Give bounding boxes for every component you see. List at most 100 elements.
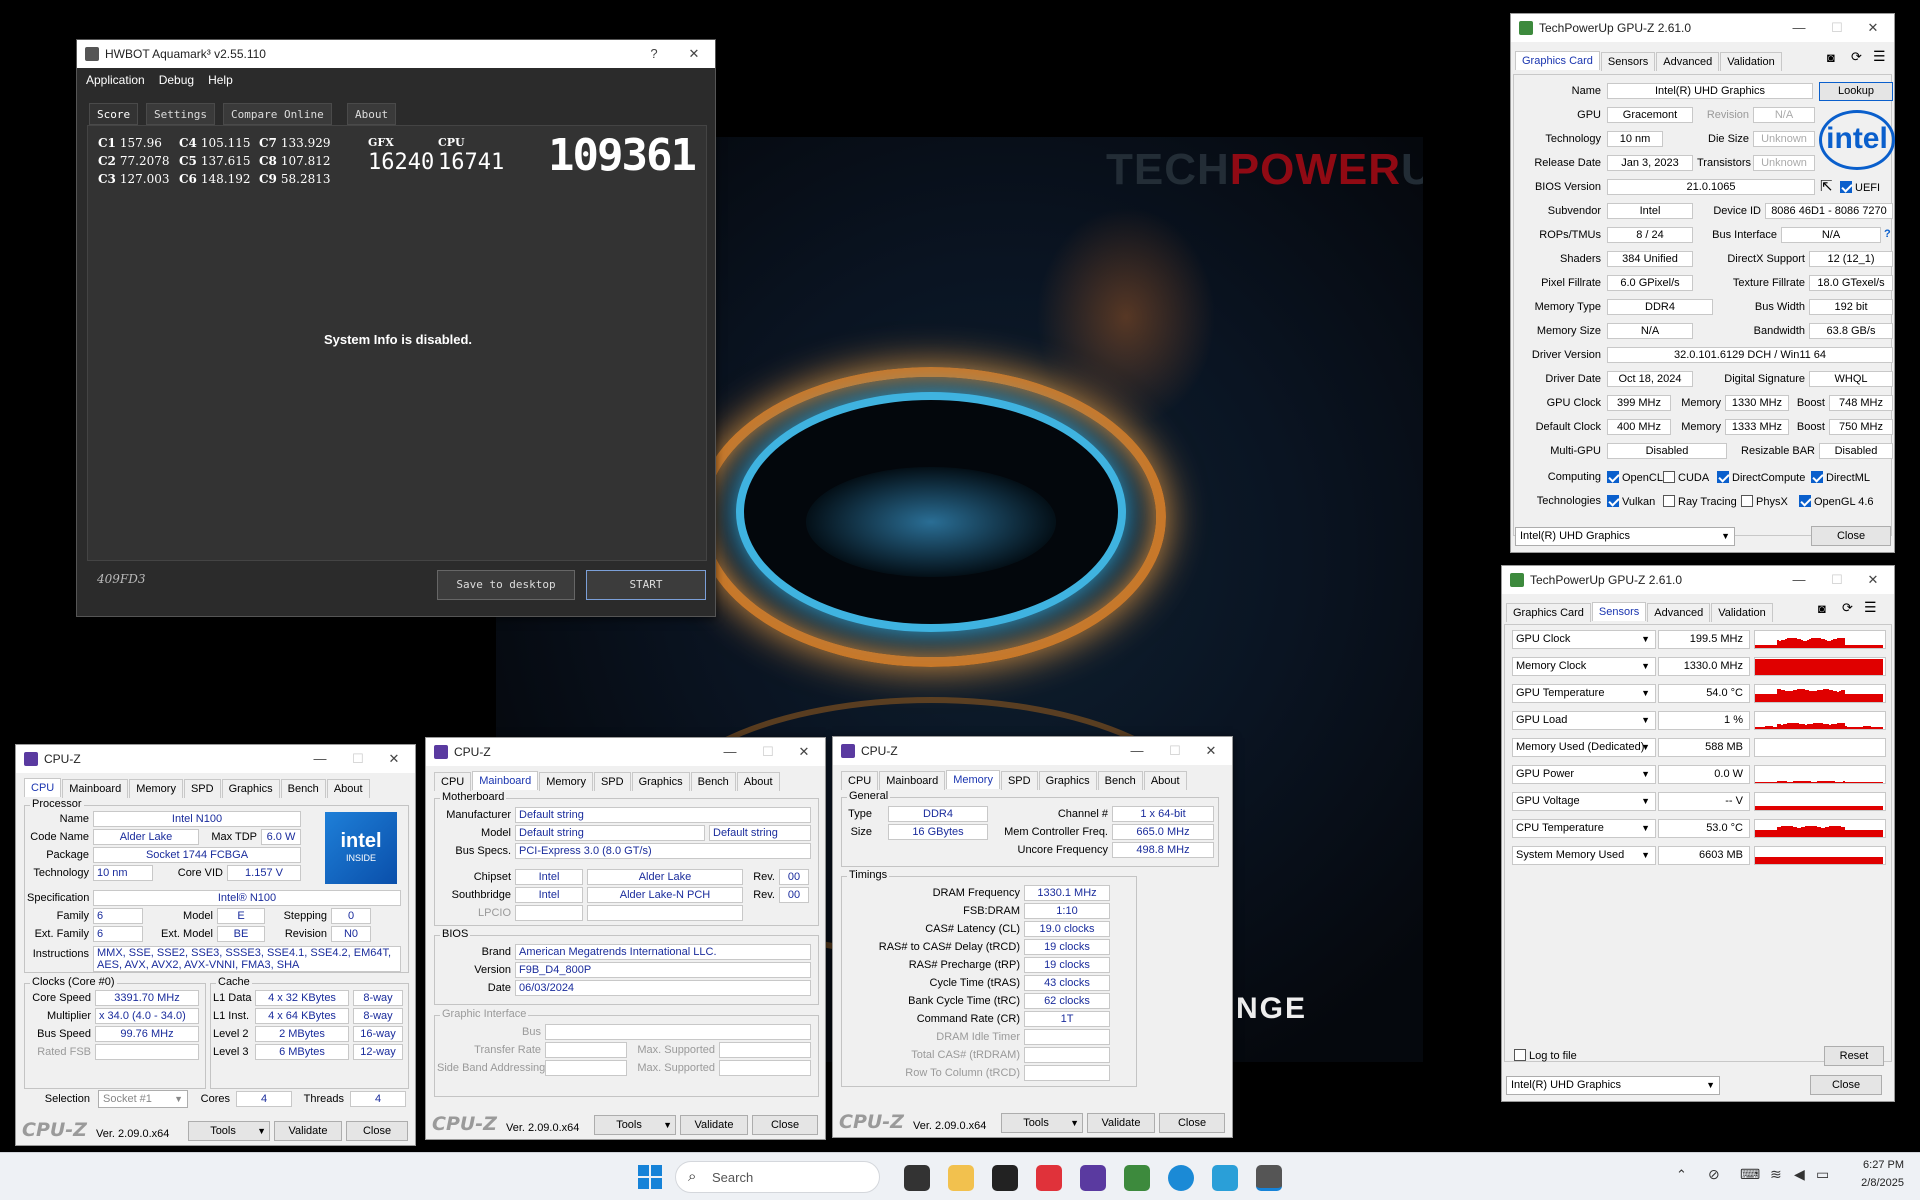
tab-graphics[interactable]: Graphics <box>631 772 690 791</box>
sync-off-icon[interactable]: ⊘ <box>1708 1166 1720 1183</box>
vulkan-checkbox[interactable]: Vulkan <box>1607 495 1655 508</box>
tools-button[interactable]: Tools ▼ <box>188 1121 270 1141</box>
close-icon[interactable]: ✕ <box>1854 566 1892 594</box>
cuda-checkbox[interactable]: CUDA <box>1663 471 1709 484</box>
cpuz3-titlebar[interactable]: CPU-Z — ☐ ✕ <box>833 737 1232 765</box>
task-view-icon[interactable] <box>904 1165 930 1191</box>
battery-icon[interactable]: ▭ <box>1816 1166 1829 1183</box>
tab-mainboard[interactable]: Mainboard <box>879 771 946 790</box>
close-button[interactable]: Close <box>1159 1113 1225 1133</box>
aquamark-taskbar-icon[interactable] <box>1256 1165 1282 1191</box>
sensor-name[interactable]: Memory Used (Dedicated) ▼ <box>1512 738 1656 757</box>
tab-cpu[interactable]: CPU <box>434 772 472 791</box>
tab-graphics[interactable]: Graphics <box>221 779 280 798</box>
sensor-name[interactable]: GPU Load ▼ <box>1512 711 1656 730</box>
tab-spd[interactable]: SPD <box>593 772 631 791</box>
validate-button[interactable]: Validate <box>1087 1113 1155 1133</box>
volume-icon[interactable]: ◀ <box>1794 1166 1805 1183</box>
validate-button[interactable]: Validate <box>274 1121 342 1141</box>
tab-mainboard[interactable]: Mainboard <box>472 771 539 790</box>
close-button[interactable]: Close <box>346 1121 408 1141</box>
share-icon[interactable]: ⇱ <box>1820 177 1833 195</box>
cpuz2-titlebar[interactable]: CPU-Z — ☐ ✕ <box>426 738 825 766</box>
tab-bench[interactable]: Bench <box>690 772 736 791</box>
cpuz1-titlebar[interactable]: CPU-Z — ☐ ✕ <box>16 745 415 773</box>
menu-icon[interactable]: ☰ <box>1864 599 1877 616</box>
tab-about[interactable]: About <box>347 103 397 125</box>
maximize-icon[interactable]: ☐ <box>1818 566 1856 594</box>
menu-help[interactable]: Help <box>208 73 233 87</box>
validate-button[interactable]: Validate <box>680 1115 748 1135</box>
close-button[interactable]: Close <box>1811 526 1891 546</box>
uefi-checkbox[interactable]: UEFI <box>1840 181 1880 194</box>
camera-icon[interactable]: ◙ <box>1818 601 1826 616</box>
gpuz2-titlebar[interactable]: TechPowerUp GPU-Z 2.61.0 — ☐ ✕ <box>1502 566 1894 594</box>
sensor-name[interactable]: GPU Voltage ▼ <box>1512 792 1656 811</box>
tab-validation[interactable]: Validation <box>1711 603 1773 622</box>
maximize-icon[interactable]: ☐ <box>749 738 787 766</box>
socket-select[interactable]: Socket #1 ▼ <box>98 1090 188 1108</box>
clock-date[interactable]: 2/8/2025 <box>1846 1177 1904 1189</box>
physx-checkbox[interactable]: PhysX <box>1741 495 1788 508</box>
tab-spd[interactable]: SPD <box>183 779 221 798</box>
tab-settings[interactable]: Settings <box>146 103 215 125</box>
ray-tracing-checkbox[interactable]: Ray Tracing <box>1663 495 1737 508</box>
minimize-icon[interactable]: — <box>711 738 749 766</box>
tab-graphics-card[interactable]: Graphics Card <box>1506 603 1591 622</box>
close-button[interactable]: Close <box>752 1115 818 1135</box>
gpu-select[interactable]: Intel(R) UHD Graphics ▼ <box>1506 1076 1720 1095</box>
close-button[interactable]: Close <box>1810 1075 1882 1095</box>
file-explorer-icon[interactable] <box>948 1165 974 1191</box>
tools-button[interactable]: Tools ▼ <box>1001 1113 1083 1133</box>
refresh-icon[interactable]: ⟳ <box>1851 49 1862 65</box>
notepad-icon[interactable] <box>1212 1165 1238 1191</box>
tab-cpu[interactable]: CPU <box>841 771 879 790</box>
tab-memory[interactable]: Memory <box>946 770 1000 789</box>
edge-icon[interactable] <box>1168 1165 1194 1191</box>
tab-validation[interactable]: Validation <box>1720 52 1782 71</box>
maximize-icon[interactable]: ☐ <box>1818 14 1856 42</box>
clock-time[interactable]: 6:27 PM <box>1846 1159 1904 1171</box>
close-icon[interactable]: ✕ <box>785 738 823 766</box>
close-icon[interactable]: ✕ <box>1854 14 1892 42</box>
sensor-name[interactable]: CPU Temperature ▼ <box>1512 819 1656 838</box>
gpuz-taskbar-icon[interactable] <box>1124 1165 1150 1191</box>
sensor-name[interactable]: GPU Clock ▼ <box>1512 630 1656 649</box>
directml-checkbox[interactable]: DirectML <box>1811 471 1870 484</box>
gpu-select[interactable]: Intel(R) UHD Graphics ▼ <box>1515 527 1735 546</box>
close-icon[interactable]: ✕ <box>1192 737 1230 765</box>
tab-memory[interactable]: Memory <box>539 772 593 791</box>
wifi-icon[interactable]: ≋ <box>1770 1166 1782 1183</box>
maximize-icon[interactable]: ☐ <box>1156 737 1194 765</box>
lookup-button[interactable]: Lookup <box>1819 82 1893 101</box>
minimize-icon[interactable]: — <box>1118 737 1156 765</box>
tools-button[interactable]: Tools ▼ <box>594 1115 676 1135</box>
minimize-icon[interactable]: — <box>301 745 339 773</box>
tab-bench[interactable]: Bench <box>1097 771 1143 790</box>
tab-score[interactable]: Score <box>89 103 139 125</box>
bus-interface-help-icon[interactable]: ? <box>1884 228 1891 240</box>
start-button[interactable]: START <box>586 570 706 600</box>
help-button[interactable]: ? <box>635 40 673 68</box>
tab-graphics-card[interactable]: Graphics Card <box>1515 51 1600 70</box>
camera-icon[interactable]: ◙ <box>1827 50 1835 65</box>
sensor-name[interactable]: GPU Power ▼ <box>1512 765 1656 784</box>
gpuz1-titlebar[interactable]: TechPowerUp GPU-Z 2.61.0 — ☐ ✕ <box>1511 14 1894 42</box>
tab-mainboard[interactable]: Mainboard <box>62 779 129 798</box>
tab-sensors[interactable]: Sensors <box>1600 52 1656 71</box>
terminal-icon[interactable] <box>992 1165 1018 1191</box>
close-icon[interactable]: ✕ <box>375 745 413 773</box>
menu-icon[interactable]: ☰ <box>1873 48 1886 65</box>
maximize-icon[interactable]: ☐ <box>339 745 377 773</box>
tab-cpu[interactable]: CPU <box>24 778 62 797</box>
tab-about[interactable]: About <box>326 779 370 798</box>
tab-spd[interactable]: SPD <box>1000 771 1038 790</box>
directcompute-checkbox[interactable]: DirectCompute <box>1717 471 1805 484</box>
tab-sensors[interactable]: Sensors <box>1591 602 1647 621</box>
opengl-checkbox[interactable]: OpenGL 4.6 <box>1799 495 1874 508</box>
minimize-icon[interactable]: — <box>1780 14 1818 42</box>
tab-about[interactable]: About <box>1143 771 1187 790</box>
opencl-checkbox[interactable]: OpenCL <box>1607 471 1663 484</box>
start-windows-icon[interactable] <box>638 1165 662 1189</box>
log-to-file-checkbox[interactable]: Log to file <box>1514 1049 1577 1062</box>
